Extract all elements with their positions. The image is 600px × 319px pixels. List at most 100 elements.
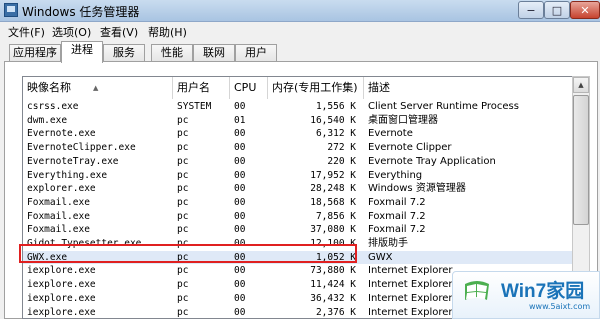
close-button[interactable]: ✕ [570,1,600,19]
process-description: 桌面窗口管理器 [368,114,438,126]
process-description: Client Server Runtime Process [368,101,519,112]
tab-services[interactable]: 服务 [103,44,145,62]
process-row[interactable]: GWX.exe pc 00 1,052 K GWX [23,250,573,265]
process-row[interactable]: csrss.exe SYSTEM 00 1,556 K Client Server Ru… [23,100,573,114]
process-row[interactable]: Evernote.exe pc 00 6,312 K Evernote [23,127,573,141]
process-user-name: pc [177,292,189,304]
process-cpu: 00 [234,169,246,181]
scroll-up-icon[interactable]: ▲ [573,77,589,93]
process-user-name: pc [177,251,189,263]
minimize-button[interactable]: − [518,1,544,19]
process-cpu: 00 [234,196,246,208]
process-user-name: pc [177,142,189,154]
process-cpu: 00 [234,224,246,236]
process-user-name: pc [177,279,189,291]
process-image-name: Foxmail.exe [27,210,90,222]
process-row[interactable]: Foxmail.exe pc 00 37,080 K Foxmail 7.2 [23,223,573,237]
scroll-thumb[interactable] [573,95,589,225]
sort-ascending-icon: ▲ [93,84,99,92]
process-image-name: explorer.exe [27,183,96,195]
process-user-name: pc [177,210,189,222]
column-memory[interactable]: 内存(专用工作集) [268,77,364,99]
process-description: 排版助手 [368,238,408,249]
column-header-row: 映像名称 ▲ 用户名 CPU 内存(专用工作集) 描述 [23,77,573,99]
menu-help[interactable]: 帮助(H) [148,24,187,40]
title-bar: Windows 任务管理器 − □ ✕ [0,0,600,22]
process-row[interactable]: Gidot Typesetter.exe pc 00 12,100 K 排版助手 [23,237,573,251]
process-memory: 1,052 K [315,251,356,263]
process-row[interactable]: EvernoteTray.exe pc 00 220 K Evernote Tray A… [23,155,573,169]
process-cpu: 00 [234,183,246,195]
process-user-name: pc [177,169,189,181]
process-memory: 18,568 K [310,196,356,208]
process-cpu: 00 [234,292,246,304]
process-image-name: iexplore.exe [27,265,96,277]
process-memory: 37,080 K [310,224,356,236]
process-memory: 1,556 K [315,101,356,112]
process-row[interactable]: Foxmail.exe pc 00 18,568 K Foxmail 7.2 [23,196,573,210]
tab-users[interactable]: 用户 [235,44,277,62]
column-description[interactable]: 描述 [364,77,573,99]
process-cpu: 00 [234,210,246,222]
process-image-name: GWX.exe [27,251,68,263]
process-row[interactable]: EvernoteClipper.exe pc 00 272 K Evernote Cli… [23,141,573,155]
process-cpu: 00 [234,101,246,112]
tab-networking[interactable]: 联网 [193,44,235,62]
process-description: Foxmail 7.2 [368,196,426,208]
process-image-name: EvernoteTray.exe [27,155,119,167]
column-image-name[interactable]: 映像名称 ▲ [23,77,173,99]
process-memory: 6,312 K [315,128,356,140]
menu-bar: 文件(F) 选项(O) 查看(V) 帮助(H) [0,22,600,40]
process-memory: 36,432 K [310,292,356,304]
window-title: Windows 任务管理器 [22,5,140,19]
maximize-button[interactable]: □ [544,1,570,19]
process-image-name: dwm.exe [27,114,68,126]
tab-applications[interactable]: 应用程序 [9,44,61,62]
menu-options[interactable]: 选项(O) [52,24,91,40]
process-memory: 220 K [327,155,356,167]
process-row[interactable]: dwm.exe pc 01 16,540 K 桌面窗口管理器 [23,114,573,128]
process-user-name: pc [177,155,189,167]
process-description: Everything [368,169,423,181]
menu-file[interactable]: 文件(F) [8,24,45,40]
process-memory: 2,376 K [315,306,356,318]
process-memory: 272 K [327,142,356,154]
process-image-name: iexplore.exe [27,279,96,291]
tab-processes[interactable]: 进程 [61,41,103,63]
process-row[interactable]: Foxmail.exe pc 00 7,856 K Foxmail 7.2 [23,210,573,224]
column-image-name-label: 映像名称 [27,81,71,94]
process-image-name: Evernote.exe [27,128,96,140]
watermark-win7-home: Win7家园 www.5aixt.com [452,271,600,319]
process-image-name: Gidot Typesetter.exe [27,238,142,249]
process-user-name: pc [177,128,189,140]
process-user-name: pc [177,114,189,126]
process-cpu: 00 [234,306,246,318]
process-image-name: iexplore.exe [27,292,96,304]
process-description: GWX [368,251,393,263]
process-cpu: 00 [234,265,246,277]
task-manager-app-icon [4,3,18,17]
windows-logo-icon [465,281,489,300]
process-row[interactable]: Everything.exe pc 00 17,952 K Everything [23,169,573,183]
tab-performance[interactable]: 性能 [151,44,193,62]
process-description: Foxmail 7.2 [368,224,426,236]
menu-view[interactable]: 查看(V) [100,24,138,40]
process-cpu: 00 [234,251,246,263]
process-cpu: 00 [234,142,246,154]
column-cpu[interactable]: CPU [230,77,268,99]
process-description: Foxmail 7.2 [368,210,426,222]
process-cpu: 00 [234,279,246,291]
watermark-brand: Win7家园 [501,281,585,302]
process-memory: 16,540 K [310,114,356,126]
process-user-name: pc [177,196,189,208]
tab-bar: 应用程序 进程 服务 性能 联网 用户 [0,41,600,63]
column-user-name[interactable]: 用户名 [173,77,230,99]
process-memory: 7,856 K [315,210,356,222]
process-description: Evernote Tray Application [368,155,496,167]
process-description: Windows 资源管理器 [368,183,466,195]
process-cpu: 00 [234,155,246,167]
process-row[interactable]: explorer.exe pc 00 28,248 K Windows 资源管理器 [23,182,573,196]
process-memory: 17,952 K [310,169,356,181]
process-user-name: pc [177,265,189,277]
process-cpu: 01 [234,114,246,126]
